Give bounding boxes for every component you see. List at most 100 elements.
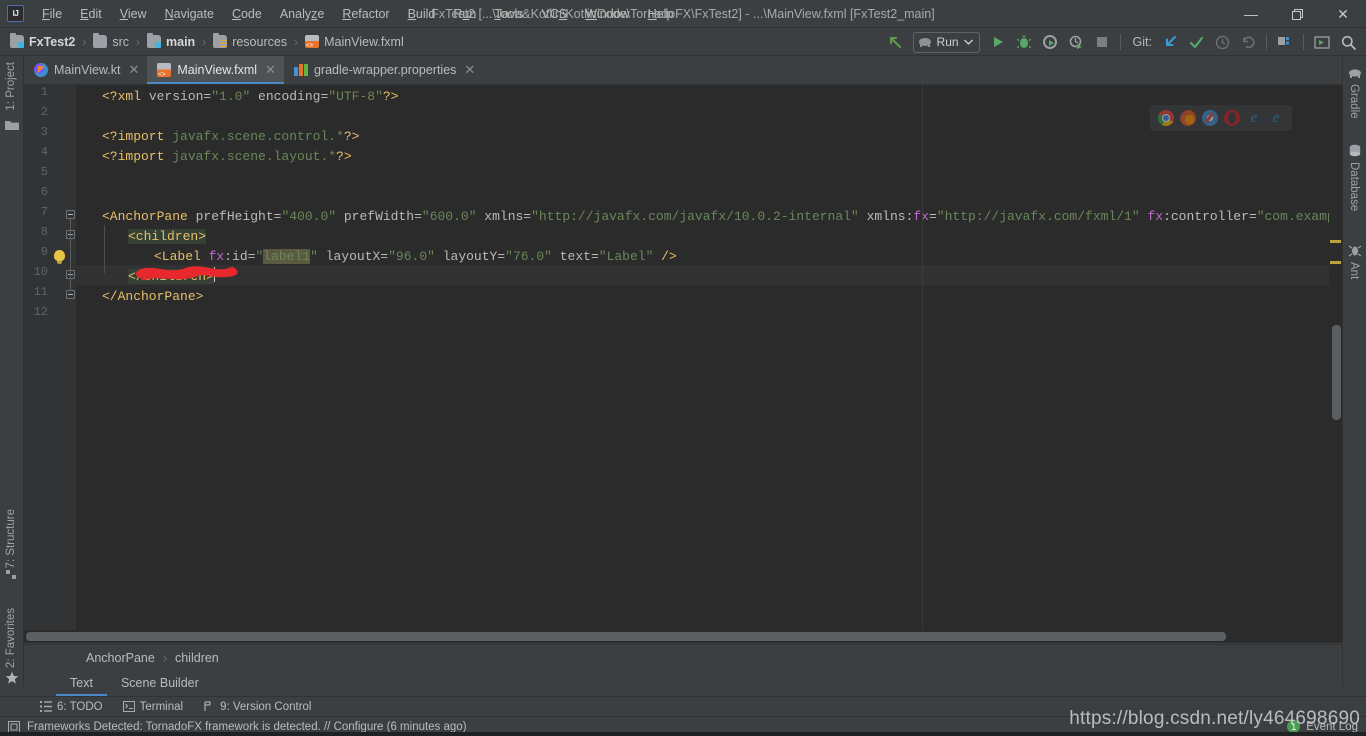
- menu-window[interactable]: Window: [576, 3, 638, 25]
- resources-folder-icon: [213, 33, 228, 48]
- warning-marker[interactable]: [1330, 261, 1341, 264]
- project-structure-button[interactable]: [1273, 31, 1297, 53]
- title-bar: IJ File Edit View Navigate Code Analyze …: [0, 0, 1366, 28]
- editor-tab-label: MainView.kt: [54, 63, 121, 77]
- error-stripe-gutter[interactable]: [1329, 85, 1342, 643]
- editor-tab-mainview-fxml[interactable]: MainView.fxml ✕: [147, 56, 284, 84]
- maximize-restore-button[interactable]: [1274, 0, 1320, 28]
- run-button[interactable]: [986, 31, 1010, 53]
- code-line-11: </AnchorPane>: [102, 289, 204, 304]
- sidebar-item-favorites[interactable]: 2: Favorites: [5, 608, 17, 668]
- history-button[interactable]: [1210, 31, 1234, 53]
- line-number: 8: [40, 225, 48, 239]
- editor-tab-mainview-kt[interactable]: MainView.kt ✕: [24, 56, 147, 84]
- close-icon[interactable]: ✕: [128, 62, 139, 78]
- tab-text[interactable]: Text: [56, 670, 107, 696]
- editor-breadcrumb-children[interactable]: children: [175, 651, 219, 665]
- internet-explorer-icon[interactable]: e: [1268, 110, 1284, 126]
- fold-range-line: [70, 219, 71, 291]
- todo-icon: [40, 701, 52, 712]
- line-number: 9: [40, 245, 48, 259]
- vertical-scrollbar-thumb[interactable]: [1332, 325, 1341, 420]
- tool-window-todo[interactable]: 6: TODO: [30, 697, 113, 717]
- menu-edit[interactable]: Edit: [71, 3, 111, 25]
- preview-button[interactable]: [1310, 31, 1334, 53]
- code-line-10: </children>: [128, 267, 215, 284]
- right-margin-guide: [922, 85, 923, 643]
- minimize-button[interactable]: —: [1228, 0, 1274, 28]
- event-log-button[interactable]: Event Log: [1306, 721, 1358, 733]
- debug-button[interactable]: [1012, 31, 1036, 53]
- code-text-area[interactable]: <?xml version="1.0" encoding="UTF-8"?> <…: [76, 85, 1342, 643]
- commit-button[interactable]: [1184, 31, 1208, 53]
- tool-window-version-control[interactable]: 9: Version Control: [193, 697, 321, 717]
- edge-icon[interactable]: e: [1246, 110, 1262, 126]
- breadcrumb-separator: ›: [294, 34, 299, 49]
- sidebar-item-structure[interactable]: 7: Structure: [5, 509, 17, 568]
- menu-navigate[interactable]: Navigate: [156, 3, 223, 25]
- line-number: 4: [40, 145, 48, 159]
- sidebar-item-database[interactable]: Database: [1348, 162, 1360, 211]
- breadcrumb-item-resources[interactable]: resources: [211, 33, 289, 51]
- stop-button[interactable]: [1090, 31, 1114, 53]
- run-with-coverage-button[interactable]: [1038, 31, 1062, 53]
- menu-build[interactable]: Build: [399, 3, 445, 25]
- browser-preview-bar[interactable]: e e: [1150, 105, 1292, 131]
- run-configuration-selector[interactable]: Run: [912, 31, 980, 53]
- menu-run[interactable]: Run: [444, 3, 485, 25]
- menu-vcs[interactable]: VCS: [533, 3, 577, 25]
- breadcrumb-item-src[interactable]: src: [91, 33, 131, 51]
- notification-icon: [8, 720, 20, 733]
- ant-icon: [1348, 244, 1362, 263]
- sidebar-item-project[interactable]: 1: Project: [5, 62, 17, 111]
- status-message-area[interactable]: Frameworks Detected: TornadoFX framework…: [0, 720, 467, 733]
- fold-marker-anchorpane[interactable]: [66, 210, 75, 219]
- tool-window-terminal[interactable]: Terminal: [113, 697, 193, 717]
- tab-scene-builder[interactable]: Scene Builder: [107, 670, 213, 696]
- breadcrumb-item-fxtest2[interactable]: FxTest2: [8, 33, 77, 51]
- fold-marker-anchorpane-end[interactable]: [66, 290, 75, 299]
- code-editor[interactable]: 1 2 3 4 5 6 7 8 9 10 11 12 <?xml version…: [24, 85, 1342, 643]
- menu-help[interactable]: Help: [639, 3, 683, 25]
- code-line-4: <?import javafx.scene.layout.*?>: [102, 149, 352, 164]
- sidebar-item-ant[interactable]: Ant: [1348, 262, 1360, 279]
- line-number: 5: [40, 165, 48, 179]
- safari-icon[interactable]: [1202, 110, 1218, 126]
- firefox-icon[interactable]: [1180, 110, 1196, 126]
- close-button[interactable]: ✕: [1320, 0, 1366, 28]
- fxml-file-icon: [157, 63, 172, 78]
- close-icon[interactable]: ✕: [464, 62, 475, 78]
- editor-tab-gradle-wrapper-properties[interactable]: gradle-wrapper.properties ✕: [284, 56, 483, 84]
- close-icon[interactable]: ✕: [265, 62, 276, 78]
- update-project-button[interactable]: [1158, 31, 1182, 53]
- opera-icon[interactable]: [1224, 110, 1240, 126]
- taskbar-edge: [0, 732, 1366, 736]
- chrome-icon[interactable]: [1158, 110, 1174, 126]
- folder-icon: [93, 33, 108, 48]
- menu-file[interactable]: File: [33, 3, 71, 25]
- editor-breadcrumb-anchorpane[interactable]: AnchorPane: [86, 651, 155, 665]
- sidebar-item-gradle[interactable]: Gradle: [1348, 84, 1360, 119]
- intention-bulb-icon[interactable]: [54, 250, 65, 264]
- breadcrumb-item-mainview-fxml[interactable]: MainView.fxml: [303, 33, 406, 51]
- horizontal-scrollbar[interactable]: [24, 630, 1329, 643]
- module-icon: [147, 33, 161, 48]
- profile-button[interactable]: [1064, 31, 1088, 53]
- toolbar-divider: [1303, 34, 1304, 50]
- menu-analyze[interactable]: Analyze: [271, 3, 333, 25]
- menu-code[interactable]: Code: [223, 3, 271, 25]
- module-icon: [10, 33, 24, 48]
- code-line-9: <Label fx:id="label1" layoutX="96.0" lay…: [154, 249, 677, 264]
- search-everywhere-icon[interactable]: [1336, 31, 1360, 53]
- editor-gutter[interactable]: 1 2 3 4 5 6 7 8 9 10 11 12: [24, 85, 76, 643]
- menu-refactor[interactable]: Refactor: [333, 3, 398, 25]
- back-arrow-icon[interactable]: [883, 31, 907, 53]
- menu-tools[interactable]: Tools: [485, 3, 532, 25]
- breadcrumb-item-main[interactable]: main: [145, 33, 197, 51]
- editor-tab-label: MainView.fxml: [177, 63, 258, 77]
- horizontal-scrollbar-thumb[interactable]: [26, 632, 1226, 641]
- rollback-button[interactable]: [1236, 31, 1260, 53]
- warning-marker[interactable]: [1330, 240, 1341, 243]
- menu-view[interactable]: View: [111, 3, 156, 25]
- editor-breadcrumb: AnchorPane › children: [24, 644, 1342, 670]
